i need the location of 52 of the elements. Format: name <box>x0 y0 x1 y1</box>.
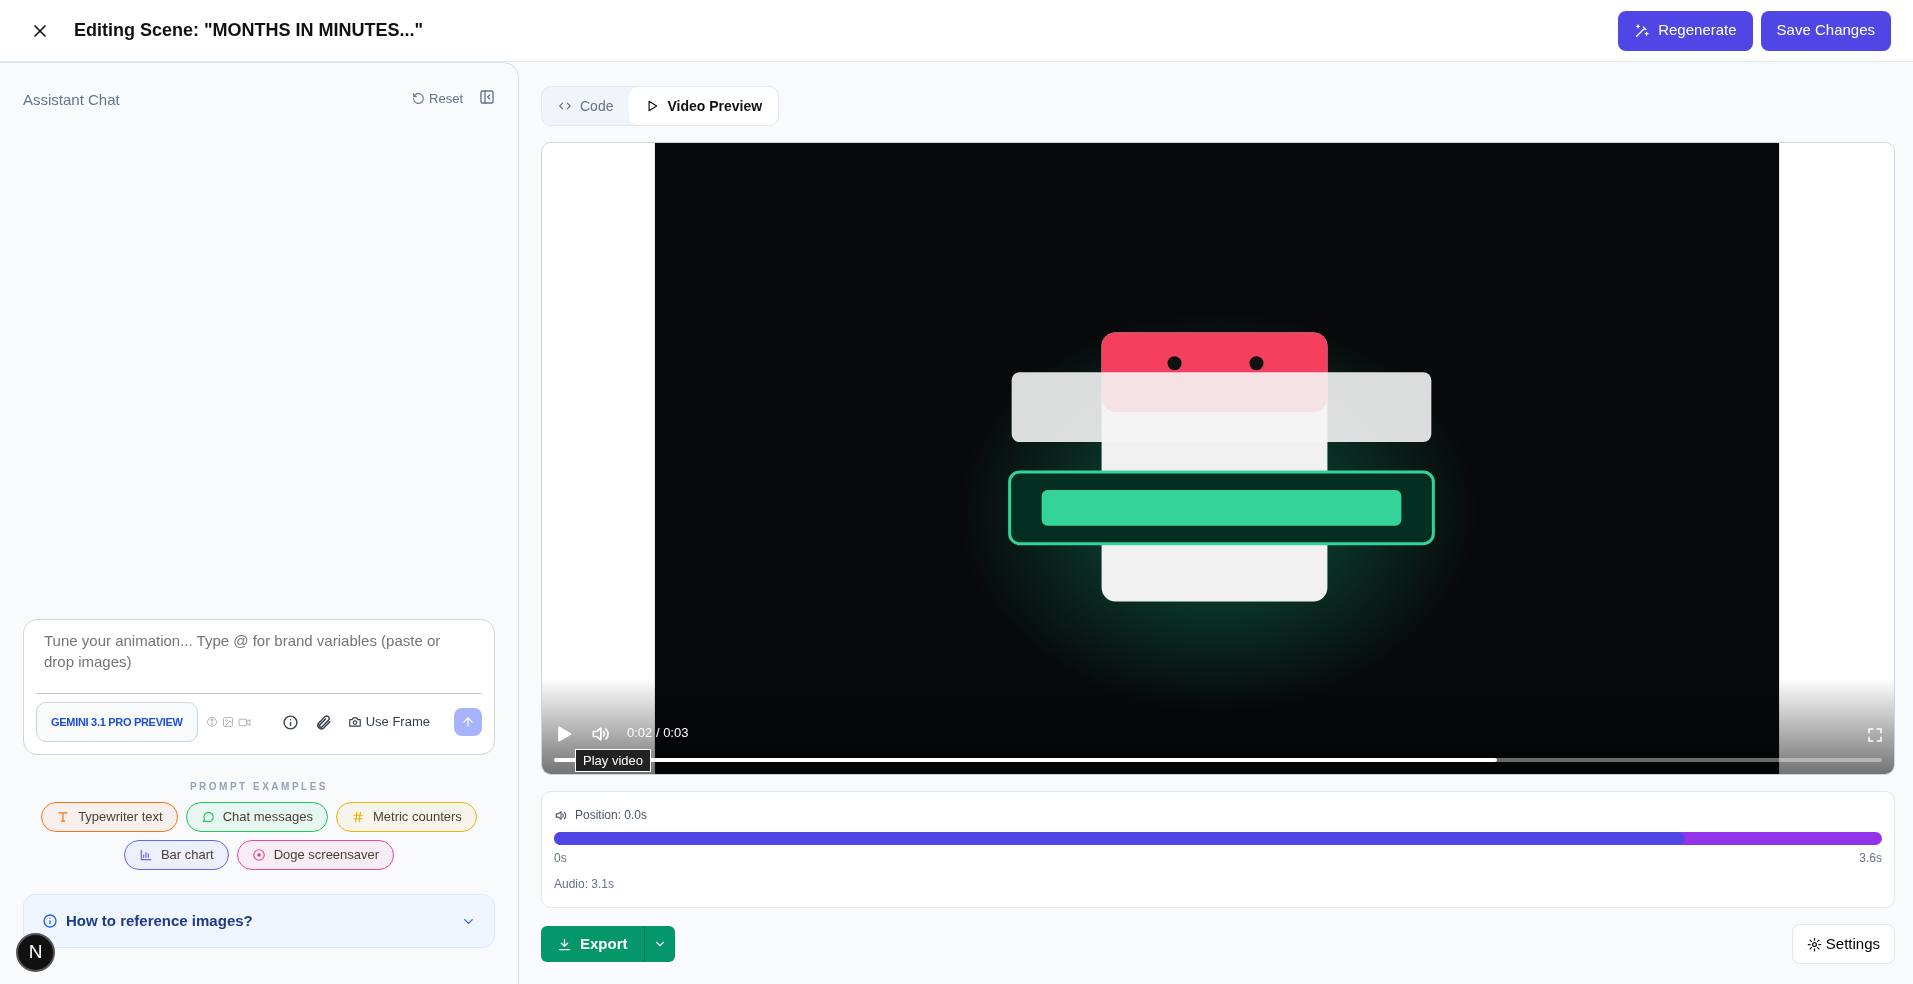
panel-title: Assistant Chat <box>23 90 121 110</box>
info-button[interactable] <box>281 713 299 731</box>
chat-bubble-icon <box>200 810 215 824</box>
settings-icon <box>1806 936 1822 952</box>
section-heading: PROMPT EXAMPLES <box>188 780 330 794</box>
message-composer[interactable]: Tune your animation... Type @ for brand variables (paste or drop images) GEMINI 3.1 PRO PREVIEW Use Frame <box>23 619 495 755</box>
code-icon <box>558 99 572 113</box>
download-icon <box>557 936 572 952</box>
paperclip-icon <box>314 713 332 731</box>
editor-title: Editing Scene: "MONTHS IN MINUTES..." <box>74 19 425 42</box>
collapse-panel-button[interactable] <box>479 89 495 105</box>
info-icon <box>281 713 299 731</box>
save-button[interactable]: Save Changes <box>1760 10 1891 51</box>
use-frame-button[interactable]: Use Frame <box>347 712 430 732</box>
prompt-chip[interactable]: Bar chart <box>123 840 229 870</box>
reset-icon <box>412 92 426 106</box>
audio-duration: Audio: 3.1s <box>554 876 616 893</box>
time-label: 0s <box>554 850 567 867</box>
tab[interactable]: Video Preview <box>629 87 779 125</box>
reset-button[interactable]: Reset <box>412 89 463 109</box>
speaker-icon <box>554 808 567 822</box>
panel-icon <box>479 89 495 105</box>
magic-wand-icon <box>1634 22 1651 39</box>
arrow-up-icon <box>461 715 475 729</box>
bar-chart-icon <box>138 848 153 862</box>
info-icon <box>42 913 58 929</box>
speaker-icon <box>590 724 610 744</box>
text-icon <box>56 810 71 824</box>
hash-icon <box>351 810 365 824</box>
video-time: 0:02 / 0:03 <box>627 723 689 742</box>
tooltip: Play video <box>575 748 651 772</box>
attach-button[interactable] <box>314 713 332 731</box>
regenerate-button[interactable]: Regenerate <box>1618 10 1753 51</box>
time-label: 3.6s <box>1859 850 1882 867</box>
fullscreen-button[interactable] <box>1866 726 1884 744</box>
prompt-chip[interactable]: Typewriter text <box>41 802 178 832</box>
prompt-chip[interactable]: Doge screensaver <box>236 840 395 870</box>
fullscreen-icon <box>1866 726 1884 744</box>
export-menu-button[interactable] <box>643 926 675 962</box>
image-icon <box>221 715 234 728</box>
settings-button[interactable]: Settings <box>1791 924 1895 964</box>
export-button[interactable]: Export <box>541 926 644 962</box>
position-label: Position: 0.0s <box>575 807 648 824</box>
target-icon <box>251 848 266 862</box>
prompt-chip[interactable]: Metric counters <box>336 802 477 832</box>
prompt-chip[interactable]: Chat messages <box>185 802 328 832</box>
tab[interactable]: Code <box>542 87 630 125</box>
model-selector[interactable]: GEMINI 3.1 PRO PREVIEW <box>36 702 198 742</box>
globe-icon <box>205 715 218 728</box>
play-icon <box>645 99 660 113</box>
camera-icon <box>347 715 362 729</box>
volume-button[interactable] <box>590 724 610 744</box>
